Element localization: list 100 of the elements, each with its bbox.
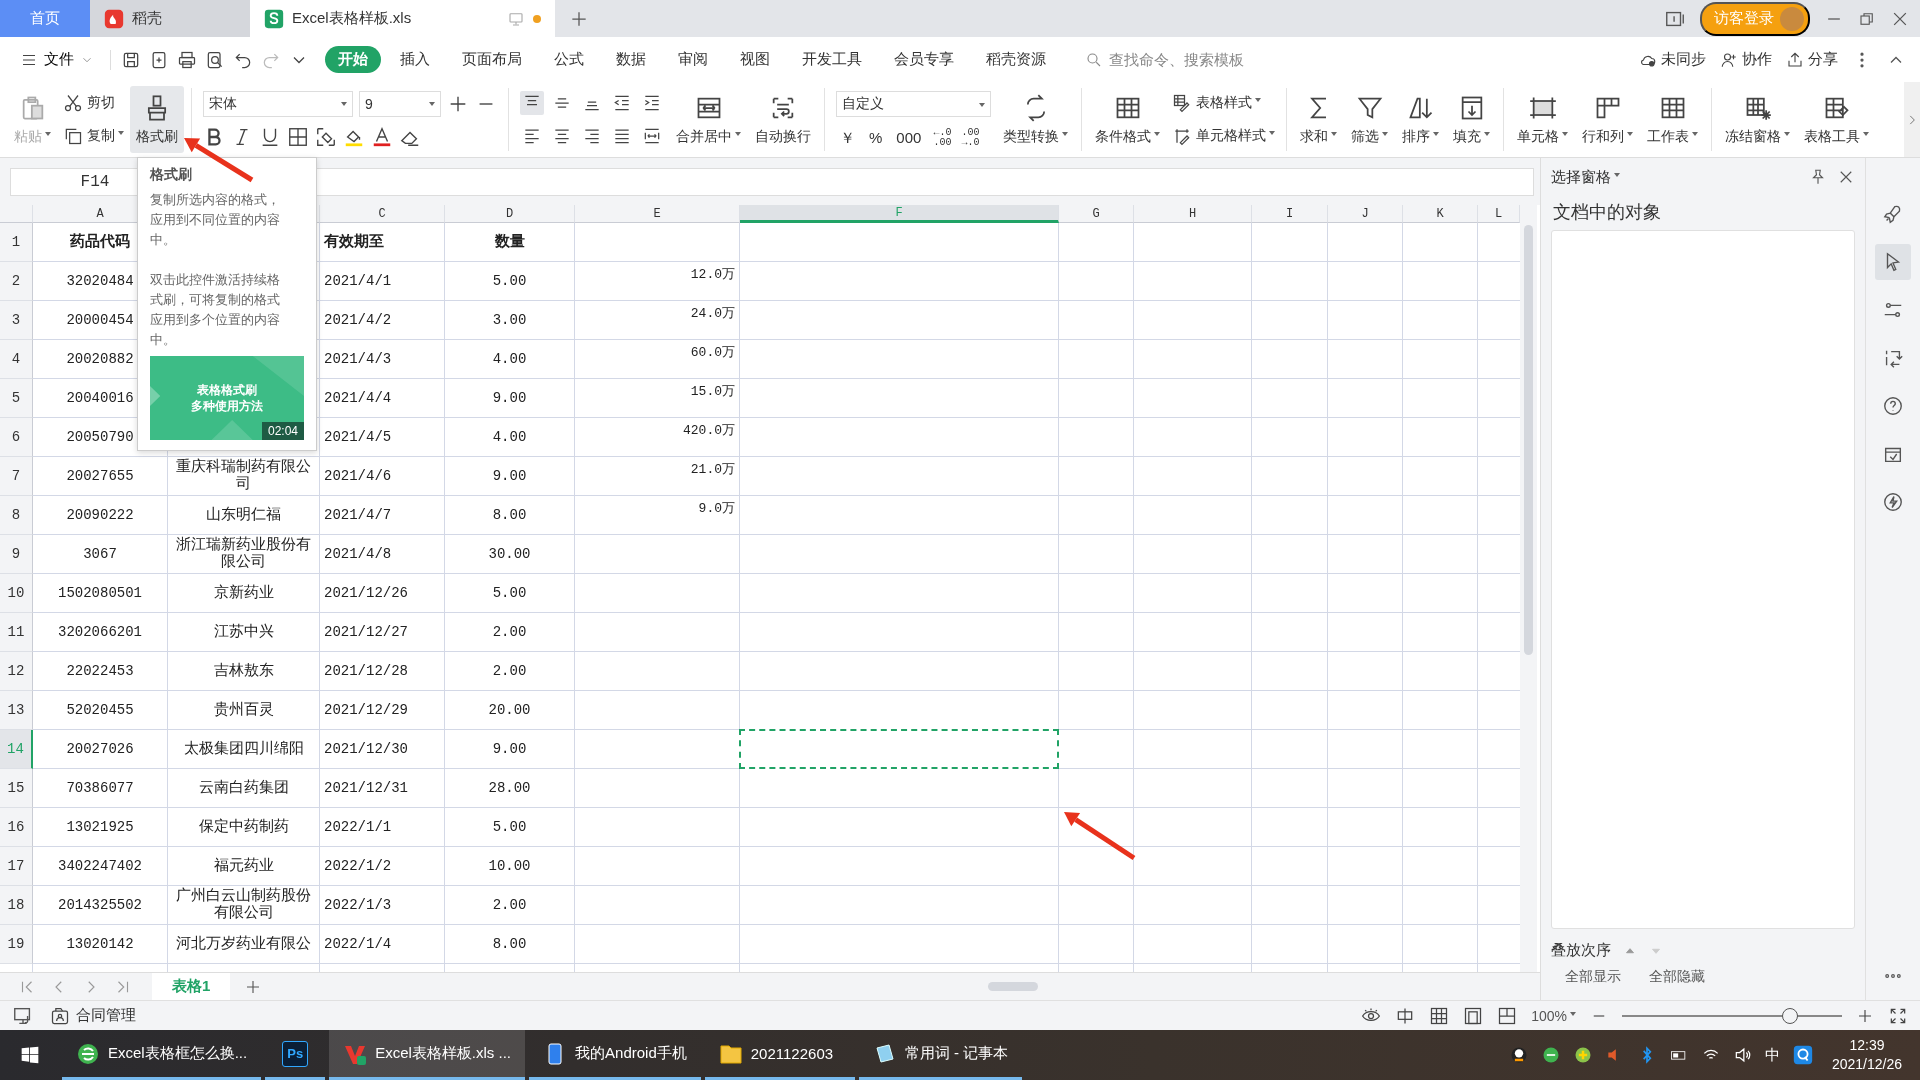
document-tab[interactable]: 稻壳 (90, 0, 250, 37)
row-header[interactable]: 19 (0, 925, 33, 964)
document-tab[interactable]: Excel表格样板.xls (250, 0, 555, 37)
collaborate-button[interactable]: 协作 (1720, 50, 1772, 69)
cell-fill-icon[interactable] (315, 126, 337, 149)
page-break-icon[interactable] (1497, 1005, 1518, 1026)
ribbon-tab[interactable]: 插入 (387, 46, 443, 73)
row-header[interactable]: 15 (0, 769, 33, 808)
ribbon-button[interactable]: 填充 (1447, 86, 1496, 153)
row-header[interactable]: 16 (0, 808, 33, 847)
scrollbar-thumb[interactable] (988, 982, 1038, 991)
video-duration: 02:04 (261, 422, 304, 440)
column-header[interactable]: J (1328, 205, 1403, 223)
taskbar-item[interactable]: 我的Android手机 (529, 1030, 701, 1080)
taskbar-item[interactable]: 2021122603 (704, 1030, 855, 1080)
clock-date[interactable]: 2021/12/26 (1831, 1055, 1902, 1074)
ribbon-button[interactable]: 自动换行 (749, 86, 817, 153)
column-header[interactable]: D (445, 205, 575, 223)
ribbon-button[interactable]: 单元格样式 (1168, 124, 1279, 149)
slider-thumb[interactable] (1782, 1007, 1798, 1024)
ribbon-button[interactable]: 筛选 (1345, 86, 1394, 153)
row-header[interactable]: 6 (0, 418, 33, 457)
ribbon-button[interactable]: 表格样式 (1168, 90, 1279, 115)
row-header[interactable]: 10 (0, 574, 33, 613)
number-format-dropdown[interactable]: 自定义 (836, 91, 991, 118)
borders-icon[interactable] (287, 126, 309, 149)
row-header[interactable]: 11 (0, 613, 33, 652)
sidebar-tool[interactable] (1875, 244, 1911, 280)
scissors-icon (63, 92, 83, 113)
column-header[interactable]: C (320, 205, 445, 223)
clock-time[interactable]: 12:39 (1849, 1036, 1885, 1055)
font-dropdown[interactable]: 宋体 (203, 90, 353, 117)
ribbon-button[interactable]: 类型转换 (997, 86, 1074, 153)
share-button[interactable]: 分享 (1786, 50, 1838, 69)
format-button[interactable]: % (865, 130, 887, 146)
taskbar-item[interactable]: 常用词 - 记事本 (858, 1030, 1023, 1080)
ribbon-button[interactable]: 行和列 (1576, 86, 1639, 153)
column-header[interactable]: I (1252, 205, 1328, 223)
scrollbar-thumb[interactable] (1524, 225, 1533, 655)
font-size-dropdown[interactable]: 9 (359, 90, 441, 117)
row-header[interactable]: 9 (0, 535, 33, 574)
video-thumbnail[interactable]: 表格格式刷 多种使用方法 02:04 (150, 356, 304, 440)
search-field[interactable]: 查找命令、搜索模板 (1085, 50, 1267, 69)
ribbon-tab[interactable]: 开发工具 (789, 46, 875, 73)
row-header[interactable]: 12 (0, 652, 33, 691)
ribbon-tab[interactable]: 稻壳资源 (973, 46, 1059, 73)
ribbon-tab[interactable]: 视图 (727, 46, 783, 73)
row-header[interactable]: 3 (0, 301, 33, 340)
row-header[interactable]: 5 (0, 379, 33, 418)
ribbon-tab[interactable]: 页面布局 (449, 46, 535, 73)
taskbar-item[interactable]: Excel表格样板.xls ... (329, 1030, 526, 1080)
ribbon-button[interactable]: 单元格 (1511, 86, 1574, 153)
row-header[interactable]: 8 (0, 496, 33, 535)
selected-cell[interactable] (739, 729, 1059, 769)
contract-button[interactable]: 合同管理 (50, 1005, 136, 1026)
column-header[interactable]: G (1059, 205, 1134, 223)
row-header[interactable]: 7 (0, 457, 33, 496)
ribbon-button[interactable]: 格式刷 (130, 86, 184, 153)
page-view-icon[interactable] (1463, 1005, 1484, 1026)
ribbon-tab[interactable]: 会员专享 (881, 46, 967, 73)
column-header[interactable]: K (1403, 205, 1478, 223)
format-button[interactable]: .00 →.0 (959, 127, 982, 148)
format-button[interactable]: ￥ (836, 130, 859, 146)
row-header[interactable]: 13 (0, 691, 33, 730)
format-button[interactable]: 000 (892, 130, 926, 146)
pane-button[interactable]: 全部隐藏 (1645, 966, 1709, 988)
app-tray-icon[interactable] (1791, 1044, 1814, 1066)
row-header[interactable]: 2 (0, 262, 33, 301)
file-menu[interactable]: 文件 (14, 50, 100, 69)
ribbon-button[interactable]: 求和 (1294, 86, 1343, 153)
ribbon-button[interactable]: 剪切 (59, 90, 128, 115)
ribbon-tab[interactable]: 公式 (541, 46, 597, 73)
taskbar-item[interactable]: Excel表格框怎么换... (62, 1030, 262, 1080)
ribbon-button[interactable]: 复制 (59, 124, 128, 149)
row-header[interactable]: 1 (0, 223, 33, 262)
column-header[interactable]: L (1478, 205, 1520, 223)
print-icon[interactable] (177, 49, 197, 70)
column-header[interactable]: E (575, 205, 740, 223)
print-preview-icon[interactable] (205, 49, 225, 70)
input-method-indicator[interactable]: 中 (1764, 1045, 1780, 1065)
ribbon-button[interactable]: 条件格式 (1089, 86, 1166, 153)
ribbon-button[interactable]: 表格工具 (1798, 86, 1875, 153)
taskbar-item[interactable]: Ps (265, 1030, 326, 1080)
ribbon-button[interactable]: 冻结窗格 (1719, 86, 1796, 153)
ribbon-button[interactable]: 排序 (1396, 86, 1445, 153)
normal-view-icon[interactable] (1429, 1005, 1450, 1026)
pane-button[interactable]: 全部显示 (1561, 966, 1625, 988)
ribbon-tab[interactable]: 审阅 (665, 46, 721, 73)
column-header[interactable]: H (1134, 205, 1252, 223)
sync-button[interactable]: 未同步 (1639, 50, 1706, 69)
font-color-icon[interactable] (371, 126, 393, 149)
row-header[interactable]: 18 (0, 886, 33, 925)
pane-title[interactable]: 选择窗格 (1551, 167, 1620, 187)
row-header[interactable]: 17 (0, 847, 33, 886)
ribbon-button[interactable]: 工作表 (1641, 86, 1704, 153)
row-header[interactable]: 4 (0, 340, 33, 379)
ribbon-button[interactable]: 合并居中 (670, 86, 747, 153)
format-button[interactable]: ←.0 .00 (931, 127, 954, 148)
zoom-dropdown[interactable]: 100% (1531, 1007, 1576, 1024)
ribbon-tab[interactable]: 数据 (603, 46, 659, 73)
